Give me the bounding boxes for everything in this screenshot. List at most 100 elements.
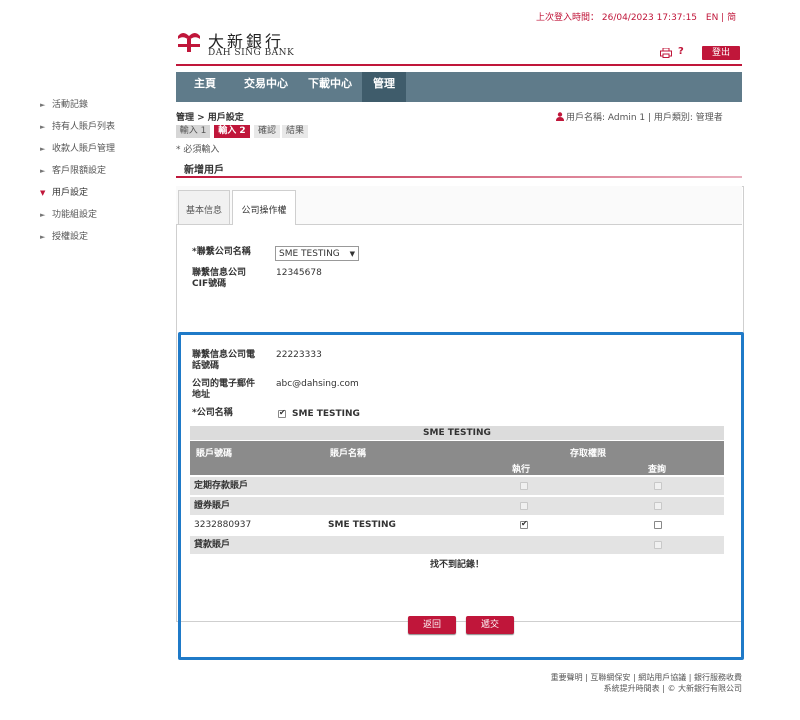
nav-management[interactable]: 管理 <box>362 72 406 102</box>
main-nav: 主頁 交易中心 下載中心 管理 <box>176 72 742 102</box>
help-icon[interactable]: ? <box>678 46 684 57</box>
table-row: 證券賬戶 <box>190 497 724 515</box>
sidebar-item-activity-log[interactable]: ► 活動記錄 <box>40 97 170 119</box>
table-title: SME TESTING <box>190 426 724 440</box>
dropdown-arrow-icon: ▼ <box>349 250 355 258</box>
sidebar-item-label: 授權設定 <box>52 232 89 242</box>
last-login-info: 上次登入時間： 26/04/2023 17:37:15 EN | 简 <box>536 10 736 23</box>
chevron-right-icon: ► <box>40 123 46 131</box>
email-label-line2: 地址 <box>192 390 211 400</box>
chevron-right-icon: ► <box>40 145 46 153</box>
company-select[interactable]: SME TESTING ▼ <box>275 246 359 261</box>
chevron-right-icon: ► <box>40 167 46 175</box>
language-links[interactable]: EN | 简 <box>706 13 736 23</box>
company-name-label: *聯繫公司名稱 <box>192 247 251 257</box>
sidebar-item-holder-accounts[interactable]: ► 持有人賬戶列表 <box>40 119 170 141</box>
sidebar-item-label: 活動記錄 <box>52 100 89 110</box>
col-account-number: 賬戶號碼 <box>196 449 233 459</box>
table-row: 3232880937 SME TESTING <box>190 516 724 534</box>
col-execute: 執行 <box>512 465 531 475</box>
cif-label-line1: 聯繫信息公司 <box>192 268 247 278</box>
tab-company-permissions[interactable]: 公司操作權 <box>232 190 296 225</box>
account-number: 貸款賬戶 <box>194 540 231 550</box>
sidebar: ► 活動記錄 ► 持有人賬戶列表 ► 收款人賬戶管理 ► 客戶限額設定 ▼ 用戶設定 ► 功… <box>40 97 170 251</box>
bank-logo-english: DAH SING BANK <box>208 48 295 58</box>
footer: 重要聲明 | 互聯網保安 | 網站用戶協議 | 銀行服務收費 系統提升時間表 |… <box>470 672 742 694</box>
footer-links-line2[interactable]: 系統提升時間表 | © 大新銀行有限公司 <box>470 683 742 694</box>
account-number: 證券賬戶 <box>194 501 231 511</box>
nav-transaction-center[interactable]: 交易中心 <box>234 72 298 102</box>
nav-download-center[interactable]: 下載中心 <box>298 72 362 102</box>
section-divider <box>176 176 742 178</box>
company-checkbox-label: SME TESTING <box>292 409 360 419</box>
sidebar-item-payee-management[interactable]: ► 收款人賬戶管理 <box>40 141 170 163</box>
col-account-name: 賬戶名稱 <box>330 449 367 459</box>
email-label-line1: 公司的電子郵件 <box>192 379 256 389</box>
sidebar-item-label: 收款人賬戶管理 <box>52 144 116 154</box>
highlight-box <box>178 332 744 660</box>
sidebar-item-authorization[interactable]: ► 授權設定 <box>40 229 170 251</box>
email-label: 公司的電子郵件 地址 <box>192 379 255 401</box>
section-title: 新增用戶 <box>184 165 224 176</box>
chevron-right-icon: ► <box>40 211 46 219</box>
sidebar-item-label: 客戶限額設定 <box>52 166 107 176</box>
step-confirm: 確認 <box>254 125 280 138</box>
phone-label: 聯繫信息公司電 話號碼 <box>192 350 255 372</box>
sidebar-item-label: 功能組設定 <box>52 210 98 220</box>
header-divider <box>176 64 742 66</box>
tab-basic-info[interactable]: 基本信息 <box>178 190 230 224</box>
submit-button[interactable]: 遞交 <box>466 616 514 634</box>
chevron-right-icon: ► <box>40 233 46 241</box>
company-select-value: SME TESTING <box>279 249 340 259</box>
execute-checkbox[interactable] <box>520 519 528 529</box>
bank-logo: 大新銀行 DAH SING BANK <box>176 28 336 64</box>
required-note: * 必須輸入 <box>176 145 220 155</box>
no-records-message: 找不到記錄！ <box>429 560 484 570</box>
cif-value: 12345678 <box>276 268 322 278</box>
table-header: 賬戶號碼 賬戶名稱 存取權限 執行 查詢 <box>190 441 724 475</box>
breadcrumb: 管理 > 用戶設定 <box>176 113 244 123</box>
chevron-right-icon: ► <box>40 101 46 109</box>
phone-label-line2: 話號碼 <box>192 361 220 371</box>
user-info-text: 用戶名稱: Admin 1 | 用戶類別: 管理者 <box>566 113 723 123</box>
step-result: 結果 <box>282 125 308 138</box>
user-info: 用戶名稱: Admin 1 | 用戶類別: 管理者 <box>556 110 723 123</box>
phone-value: 22223333 <box>276 350 322 360</box>
query-checkbox <box>654 541 662 549</box>
query-checkbox <box>654 482 662 490</box>
email-value: abc@dahsing.com <box>276 379 359 389</box>
table-row: 定期存款賬戶 <box>190 477 724 495</box>
company-label: *公司名稱 <box>192 408 233 418</box>
sidebar-item-user-settings[interactable]: ▼ 用戶設定 <box>40 185 170 207</box>
user-icon <box>556 112 564 121</box>
sidebar-item-client-limits[interactable]: ► 客戶限額設定 <box>40 163 170 185</box>
last-login-text: 上次登入時間： 26/04/2023 17:37:15 <box>536 13 698 23</box>
company-checkbox[interactable] <box>278 408 286 418</box>
execute-checkbox <box>520 502 528 510</box>
execute-checkbox <box>520 482 528 490</box>
table-row: 貸款賬戶 <box>190 536 724 554</box>
step-input-2: 輸入 2 <box>214 125 250 138</box>
account-name: SME TESTING <box>328 520 396 530</box>
chevron-down-icon: ▼ <box>40 189 46 197</box>
sidebar-item-function-groups[interactable]: ► 功能組設定 <box>40 207 170 229</box>
phone-label-line1: 聯繫信息公司電 <box>192 350 256 360</box>
cif-label-line2: CIF號碼 <box>192 279 227 289</box>
step-input-1: 輸入 1 <box>176 125 210 138</box>
sidebar-item-label: 用戶設定 <box>52 188 89 198</box>
nav-home[interactable]: 主頁 <box>176 72 234 102</box>
col-query: 查詢 <box>648 465 667 475</box>
back-button[interactable]: 返回 <box>408 616 456 634</box>
footer-links-line1[interactable]: 重要聲明 | 互聯網保安 | 網站用戶協議 | 銀行服務收費 <box>470 672 742 683</box>
tab-bar: 基本信息 公司操作權 <box>176 186 742 225</box>
print-icon[interactable] <box>660 48 672 58</box>
logout-button[interactable]: 登出 <box>702 46 740 60</box>
account-number: 3232880937 <box>194 520 252 530</box>
cif-label: 聯繫信息公司 CIF號碼 <box>192 268 246 290</box>
bank-logo-mark-icon <box>176 30 202 54</box>
account-number: 定期存款賬戶 <box>194 481 249 491</box>
sidebar-item-label: 持有人賬戶列表 <box>52 122 116 132</box>
query-checkbox <box>654 502 662 510</box>
query-checkbox[interactable] <box>654 521 662 529</box>
col-access-rights: 存取權限 <box>570 449 607 459</box>
